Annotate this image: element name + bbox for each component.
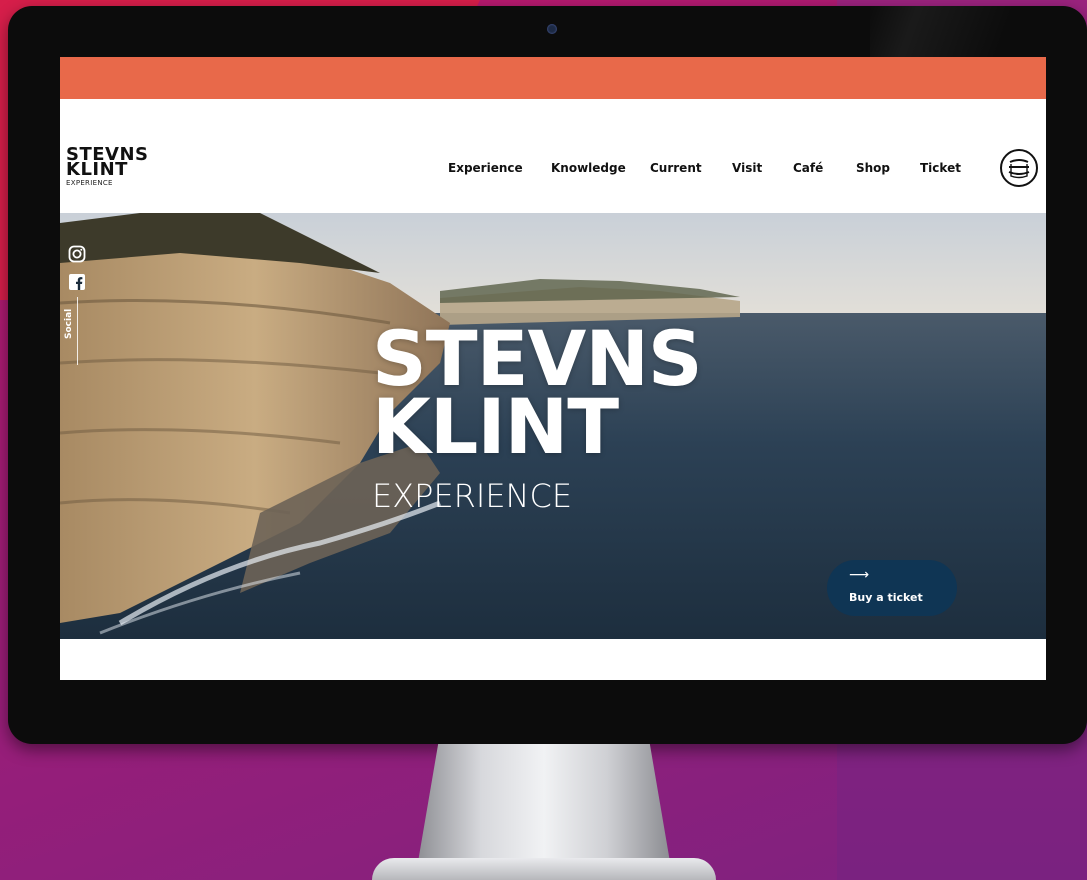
- nav-item-visit[interactable]: Visit: [732, 161, 762, 175]
- logo-text-klint: KLINT: [66, 159, 128, 180]
- site-header: [60, 99, 1046, 213]
- facebook-icon[interactable]: [68, 273, 86, 291]
- nav-item-shop[interactable]: Shop: [856, 161, 890, 175]
- site-logo[interactable]: STEVNS KLINT EXPERIENCE: [66, 146, 186, 188]
- monitor-stand-base: [372, 858, 716, 880]
- webcam-icon: [547, 24, 557, 34]
- website-screen: STEVNS KLINT EXPERIENCE Experience Knowl…: [60, 57, 1046, 680]
- buy-ticket-button[interactable]: ⟶ Buy a ticket: [827, 560, 957, 616]
- nav-item-ticket[interactable]: Ticket: [920, 161, 961, 175]
- buy-ticket-label: Buy a ticket: [849, 591, 923, 604]
- hero-title-line2: KLINT: [372, 382, 619, 471]
- nav-item-cafe[interactable]: Café: [793, 161, 823, 175]
- menu-circle-icon: [1008, 159, 1030, 179]
- logo-text-experience: EXPERIENCE: [66, 179, 113, 187]
- social-divider: [77, 297, 78, 365]
- nav-item-experience[interactable]: Experience: [448, 161, 523, 175]
- social-label: Social: [64, 308, 74, 339]
- nav-item-knowledge[interactable]: Knowledge: [551, 161, 626, 175]
- top-accent-bar: [60, 57, 1046, 99]
- instagram-icon[interactable]: [68, 245, 86, 263]
- arrow-right-icon: ⟶: [849, 567, 870, 583]
- monitor-stand-neck: [418, 744, 670, 862]
- content-area: [60, 639, 1046, 680]
- menu-button[interactable]: [1000, 149, 1038, 187]
- nav-item-current[interactable]: Current: [650, 161, 702, 175]
- hero-subtitle: EXPERIENCE: [372, 477, 573, 515]
- hero-title: STEVNS KLINT: [372, 321, 703, 471]
